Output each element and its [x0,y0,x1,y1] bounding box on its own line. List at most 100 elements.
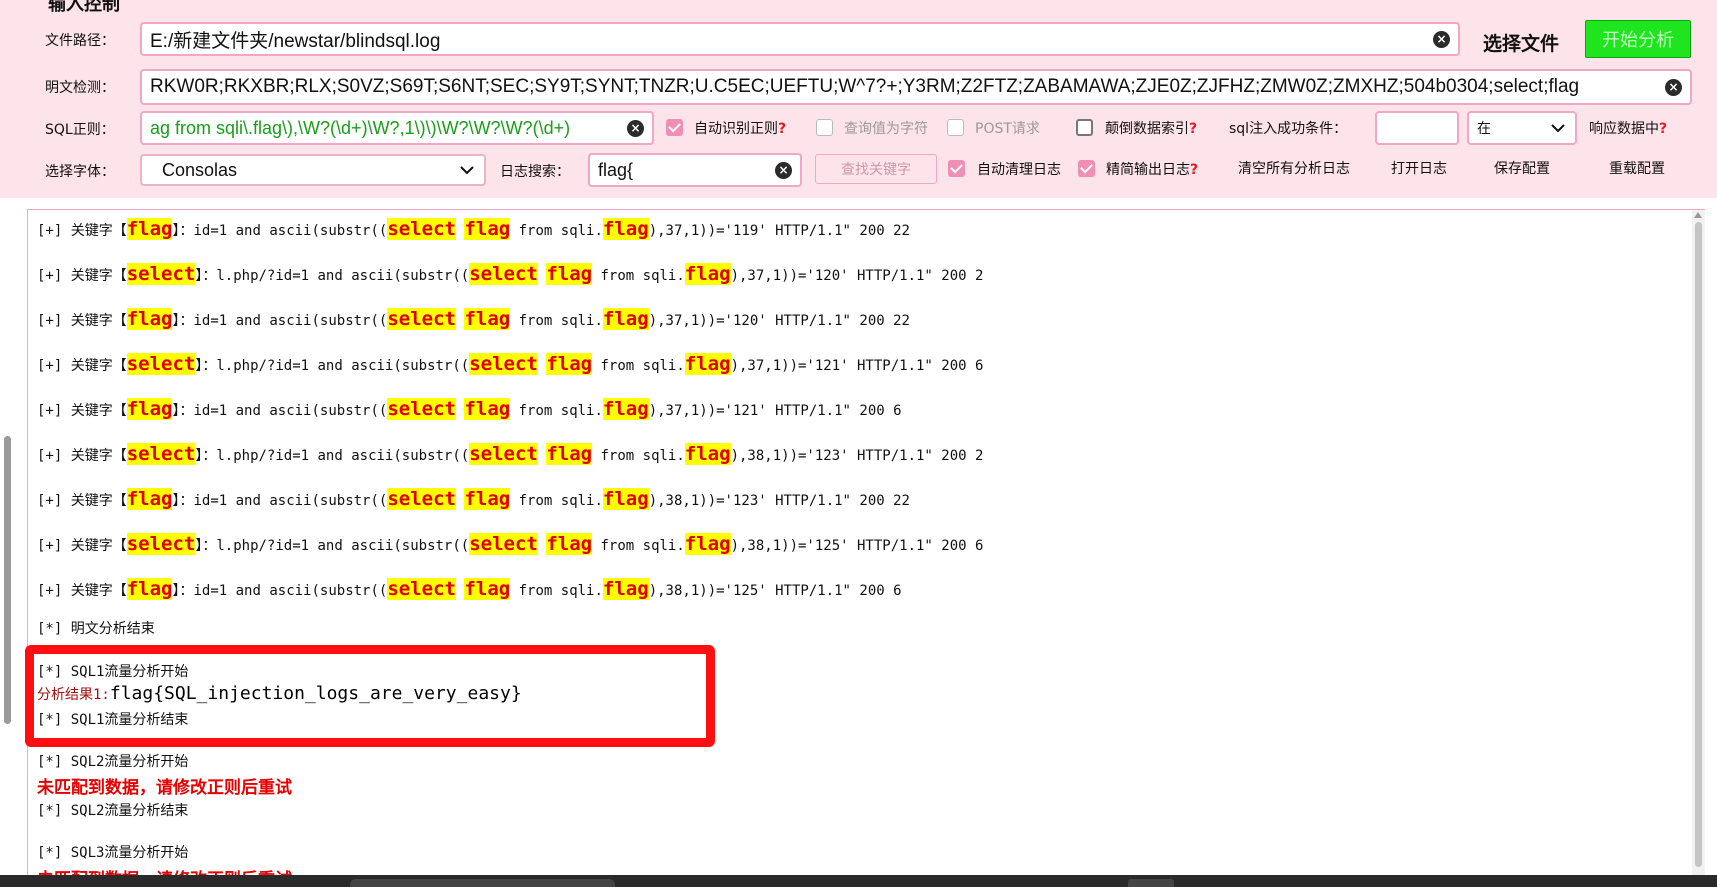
query-as-char-checkbox[interactable] [816,119,833,136]
keyword-highlight: flag [126,218,173,240]
file-path-input[interactable]: E:/新建文件夹/newstar/blindsql.log × [140,22,1460,56]
help-icon[interactable]: ? [1659,121,1667,137]
log-output[interactable]: [+] 关键字【flag】：id=1 and ascii(substr((sel… [27,209,1705,887]
clear-icon[interactable]: × [1433,31,1450,48]
keyword-highlight: flag [684,443,731,465]
log-scrollbar[interactable] [1692,210,1705,887]
log-request: l.php/?id=1 and ascii(substr(( [216,448,470,464]
log-row: [+] 关键字【flag】：id=1 and ascii(substr((sel… [37,578,902,600]
no-match-message: 未匹配到数据，请修改正则后重试 [37,778,292,798]
scroll-up-icon[interactable] [1694,212,1702,218]
log-row: [+] 关键字【flag】：id=1 and ascii(substr((sel… [37,488,910,510]
log-row: [+] 关键字【select】：l.php/?id=1 and ascii(su… [37,443,983,465]
find-keyword-button[interactable]: 查找关键字 [815,154,937,184]
response-in-label: 响应数据中? [1589,121,1668,137]
log-bracket: 】： [195,448,217,464]
help-icon[interactable]: ? [1189,121,1197,137]
post-request-checkbox[interactable] [947,119,964,136]
help-icon[interactable]: ? [1190,162,1198,178]
sql2-end: [*] SQL2流量分析结束 [37,803,189,819]
chevron-down-icon [1551,124,1565,133]
log-tail: ),37,1))='120' HTTP/1.1" 200 22 [648,313,910,329]
auto-regex-label: 自动识别正则? [694,121,787,137]
keyword-highlight: select [126,533,196,555]
log-tail: ),38,1))='123' HTTP/1.1" 200 2 [730,448,984,464]
open-log-button[interactable]: 打开日志 [1391,158,1447,178]
clear-icon[interactable]: × [627,120,644,137]
concise-log-label: 精简输出日志? [1106,162,1199,178]
font-select[interactable]: Consolas [140,154,486,186]
log-bracket: 】： [195,358,217,374]
keyword-highlight: select [126,443,196,465]
log-tail: ),38,1))='125' HTTP/1.1" 200 6 [730,538,984,554]
start-analysis-button[interactable]: 开始分析 [1585,20,1691,58]
keyword-highlight: flag [126,398,173,420]
log-from: from sqli. [510,583,603,599]
reload-config-button[interactable]: 重载配置 [1609,158,1665,178]
log-row: [+] 关键字【flag】：id=1 and ascii(substr((sel… [37,398,902,420]
clear-icon[interactable]: × [775,162,792,179]
keyword-highlight: flag [602,488,649,510]
help-icon[interactable]: ? [778,121,786,137]
log-request: id=1 and ascii(substr(( [193,223,388,239]
plaintext-detect-value: RKW0R;RKXBR;RLX;S0VZ;S69T;S6NT;SEC;SY9T;… [150,76,1580,97]
auto-clear-log-label: 自动清理日志 [977,162,1061,178]
keyword-highlight: flag [546,533,593,555]
success-condition-input[interactable] [1375,111,1459,145]
sql-regex-value: ag from sqli\.flag\),\W?(\d+)\W?,1\)\)\W… [150,117,571,138]
auto-regex-checkbox[interactable] [666,119,683,136]
clear-icon[interactable]: × [1665,79,1682,96]
log-search-input[interactable]: flag{ × [588,153,802,187]
log-request: id=1 and ascii(substr(( [193,583,388,599]
log-from: from sqli. [510,223,603,239]
keyword-highlight: flag [684,263,731,285]
keyword-highlight: select [469,443,538,465]
keyword-highlight: flag [546,353,593,375]
log-from: from sqli. [592,538,685,554]
log-tail: ),37,1))='121' HTTP/1.1" 200 6 [730,358,984,374]
panel-title: 输入控制 [48,0,120,15]
plain-analysis-end: [*] 明文分析结束 [37,621,155,637]
log-row: [+] 关键字【flag】：id=1 and ascii(substr((sel… [37,218,910,240]
concise-log-checkbox[interactable] [1078,160,1095,177]
log-prefix: [+] 关键字【 [37,223,127,239]
keyword-highlight: flag [464,578,511,600]
sql-regex-input[interactable]: ag from sqli\.flag\),\W?(\d+)\W?,1\)\)\W… [140,111,654,145]
log-scrollbar-thumb[interactable] [1695,222,1702,867]
reverse-index-checkbox[interactable] [1076,119,1093,136]
keyword-highlight: select [387,218,456,240]
log-from: from sqli. [592,358,685,374]
result-highlight-box [25,645,715,747]
keyword-highlight: flag [464,488,511,510]
keyword-highlight: flag [464,218,511,240]
save-config-button[interactable]: 保存配置 [1494,158,1550,178]
log-prefix: [+] 关键字【 [37,268,127,284]
keyword-highlight: flag [684,353,731,375]
keyword-highlight: select [387,578,456,600]
post-request-label: POST请求 [975,121,1040,137]
log-bracket: 】： [195,268,217,284]
keyword-highlight: select [387,398,456,420]
taskbar-item[interactable] [350,879,615,887]
condition-select[interactable]: 在 [1467,111,1577,145]
clear-all-logs-button[interactable]: 清空所有分析日志 [1238,158,1350,178]
sql2-start: [*] SQL2流量分析开始 [37,754,189,770]
chevron-down-icon [460,166,474,175]
log-prefix: [+] 关键字【 [37,358,127,374]
taskbar-item[interactable] [1128,879,1174,887]
log-from: from sqli. [592,448,685,464]
log-bracket: 】： [172,493,194,509]
log-search-label: 日志搜索： [500,164,570,180]
keyword-highlight: select [469,353,538,375]
page-scrollbar-thumb[interactable] [4,436,11,724]
keyword-highlight: flag [126,488,173,510]
log-row: [+] 关键字【select】：l.php/?id=1 and ascii(su… [37,263,983,285]
choose-file-button[interactable]: 选择文件 [1483,29,1559,56]
sql3-start: [*] SQL3流量分析开始 [37,845,189,861]
log-prefix: [+] 关键字【 [37,493,127,509]
plaintext-detect-input[interactable]: RKW0R;RKXBR;RLX;S0VZ;S69T;S6NT;SEC;SY9T;… [140,69,1692,105]
keyword-highlight: flag [546,263,593,285]
auto-clear-log-checkbox[interactable] [948,160,965,177]
keyword-highlight: flag [126,308,173,330]
log-row: [+] 关键字【select】：l.php/?id=1 and ascii(su… [37,533,983,555]
